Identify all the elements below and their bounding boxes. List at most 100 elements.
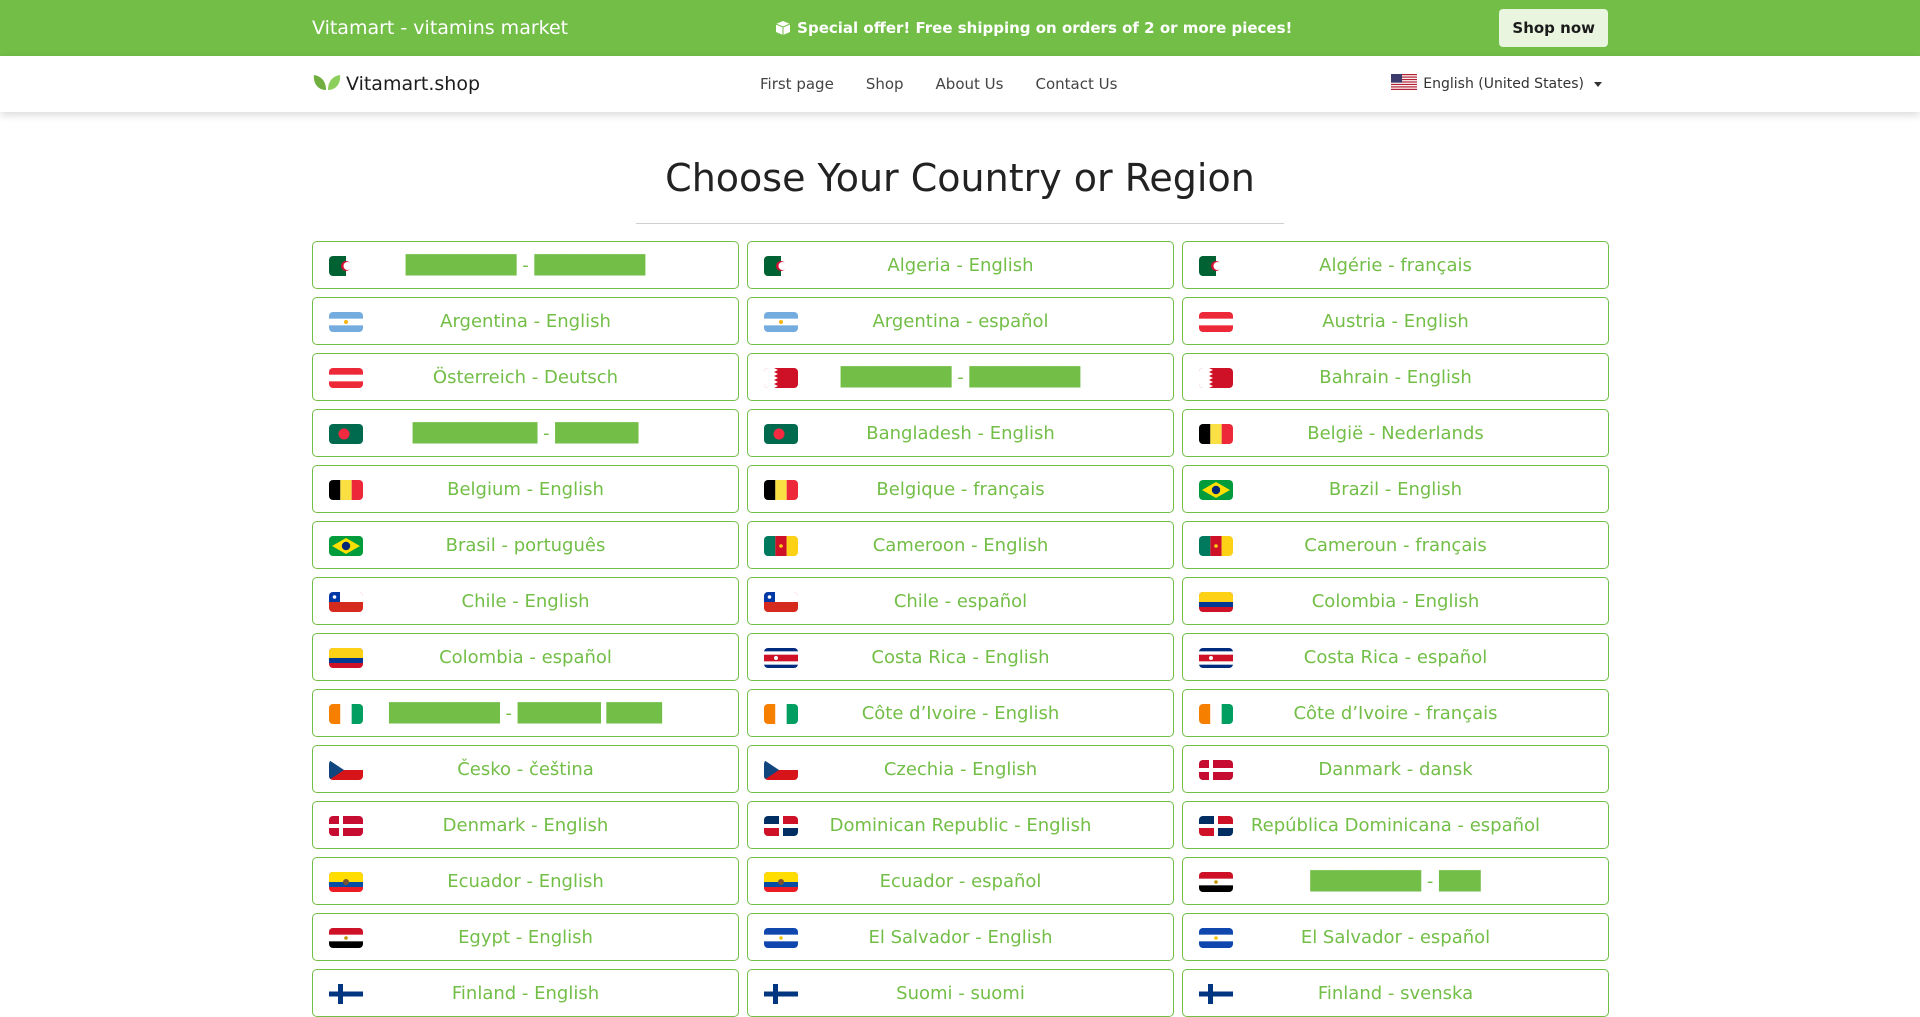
country-option[interactable]: Cameroun - français [1182, 521, 1609, 569]
country-option-label: Chile - English [461, 590, 590, 612]
country-option-label: Suomi - suomi [896, 982, 1025, 1004]
austria-flag-icon [329, 368, 363, 388]
egypt-flag-icon [329, 928, 363, 948]
country-option-label: Finland - English [451, 982, 600, 1004]
country-option[interactable]: ████████ - ██████ ████ [312, 689, 739, 737]
country-option[interactable]: Egypt - English [312, 913, 739, 961]
country-option[interactable]: Österreich - Deutsch [312, 353, 739, 401]
nav-contact-us[interactable]: Contact Us [1035, 75, 1117, 93]
country-option-label: Argentina - español [872, 310, 1049, 332]
cameroon-flag-icon [764, 536, 798, 556]
chile-flag-icon [764, 592, 798, 612]
country-option[interactable]: Belgique - français [747, 465, 1174, 513]
country-option[interactable]: Finland - svenska [1182, 969, 1609, 1017]
country-option[interactable]: Cameroon - English [747, 521, 1174, 569]
country-option-label: Egypt - English [458, 926, 593, 948]
country-option-label: Brazil - English [1328, 478, 1463, 500]
page-title: Choose Your Country or Region [665, 156, 1255, 200]
country-option[interactable]: Côte d’Ivoire - English [747, 689, 1174, 737]
country-option-label: Czechia - English [883, 758, 1038, 780]
country-option[interactable]: België - Nederlands [1182, 409, 1609, 457]
country-option[interactable]: Brazil - English [1182, 465, 1609, 513]
main-navbar: Vitamart.shop First page Shop About Us C… [0, 56, 1920, 112]
brazil-flag-icon [329, 536, 363, 556]
finland-flag-icon [764, 984, 798, 1004]
country-option[interactable]: Česko - čeština [312, 745, 739, 793]
nav-shop[interactable]: Shop [866, 75, 904, 93]
costa-rica-flag-icon [1199, 648, 1233, 668]
country-option-label: ████████ - ████████ [840, 366, 1081, 388]
country-option[interactable]: Ecuador - español [747, 857, 1174, 905]
country-option[interactable]: Chile - English [312, 577, 739, 625]
country-option[interactable]: ████████ - ███ [1182, 857, 1609, 905]
country-option-label: Belgique - français [876, 478, 1045, 500]
country-option-label: Brasil - português [445, 534, 606, 556]
belgium-flag-icon [1199, 424, 1233, 444]
country-option[interactable]: Colombia - español [312, 633, 739, 681]
country-option[interactable]: Côte d’Ivoire - français [1182, 689, 1609, 737]
country-option-label: Finland - svenska [1317, 982, 1474, 1004]
chevron-down-icon [1594, 81, 1602, 87]
finland-flag-icon [329, 984, 363, 1004]
country-option[interactable]: Ecuador - English [312, 857, 739, 905]
shop-now-button[interactable]: Shop now [1499, 9, 1608, 47]
country-option[interactable]: Algeria - English [747, 241, 1174, 289]
country-option[interactable]: Colombia - English [1182, 577, 1609, 625]
denmark-flag-icon [1199, 760, 1233, 780]
site-logo[interactable]: Vitamart.shop [312, 72, 480, 97]
country-option[interactable]: Dominican Republic - English [747, 801, 1174, 849]
country-option-label: Danmark - dansk [1318, 758, 1473, 780]
country-option[interactable]: El Salvador - español [1182, 913, 1609, 961]
country-option[interactable]: Costa Rica - English [747, 633, 1174, 681]
package-icon [775, 20, 791, 36]
austria-flag-icon [1199, 312, 1233, 332]
language-selector[interactable]: English (United States) [1391, 74, 1602, 94]
country-option-label: República Dominicana - español [1250, 814, 1541, 836]
nav-first-page[interactable]: First page [760, 75, 834, 93]
country-option[interactable]: █████████ - ██████ [312, 409, 739, 457]
country-option-label: ████████ - ████████ [405, 254, 646, 276]
country-option-label: Cameroon - English [872, 534, 1049, 556]
dominican-republic-flag-icon [764, 816, 798, 836]
country-option-label: Colombia - español [439, 646, 612, 668]
country-option-label: Dominican Republic - English [829, 814, 1092, 836]
country-option-label: Algérie - français [1319, 254, 1472, 276]
country-option[interactable]: Bahrain - English [1182, 353, 1609, 401]
country-option[interactable]: Algérie - français [1182, 241, 1609, 289]
country-option[interactable]: Argentina - English [312, 297, 739, 345]
country-option[interactable]: ████████ - ████████ [747, 353, 1174, 401]
country-option[interactable]: Czechia - English [747, 745, 1174, 793]
country-option[interactable]: Brasil - português [312, 521, 739, 569]
bangladesh-flag-icon [329, 424, 363, 444]
country-option-label: Austria - English [1322, 310, 1469, 332]
country-option-label: Côte d’Ivoire - English [861, 702, 1060, 724]
country-option-label: Bahrain - English [1319, 366, 1472, 388]
country-option[interactable]: Argentina - español [747, 297, 1174, 345]
belgium-flag-icon [764, 480, 798, 500]
bahrain-flag-icon [764, 368, 798, 388]
country-option[interactable]: Austria - English [1182, 297, 1609, 345]
colombia-flag-icon [329, 648, 363, 668]
country-option-label: El Salvador - español [1300, 926, 1491, 948]
country-option[interactable]: Chile - español [747, 577, 1174, 625]
costa-rica-flag-icon [764, 648, 798, 668]
country-option[interactable]: Suomi - suomi [747, 969, 1174, 1017]
country-option[interactable]: Finland - English [312, 969, 739, 1017]
country-option-label: Chile - español [893, 590, 1028, 612]
cameroon-flag-icon [1199, 536, 1233, 556]
country-option-label: Česko - čeština [457, 758, 594, 780]
country-option-label: █████████ - ██████ [412, 422, 639, 444]
country-option[interactable]: El Salvador - English [747, 913, 1174, 961]
nav-about-us[interactable]: About Us [936, 75, 1004, 93]
country-option[interactable]: Costa Rica - español [1182, 633, 1609, 681]
country-option[interactable]: Belgium - English [312, 465, 739, 513]
country-option-label: El Salvador - English [868, 926, 1053, 948]
country-option[interactable]: ████████ - ████████ [312, 241, 739, 289]
country-option[interactable]: Danmark - dansk [1182, 745, 1609, 793]
country-option[interactable]: República Dominicana - español [1182, 801, 1609, 849]
denmark-flag-icon [329, 816, 363, 836]
finland-flag-icon [1199, 984, 1233, 1004]
special-offer-text: Special offer! Free shipping on orders o… [797, 19, 1293, 37]
country-option[interactable]: Bangladesh - English [747, 409, 1174, 457]
country-option[interactable]: Denmark - English [312, 801, 739, 849]
